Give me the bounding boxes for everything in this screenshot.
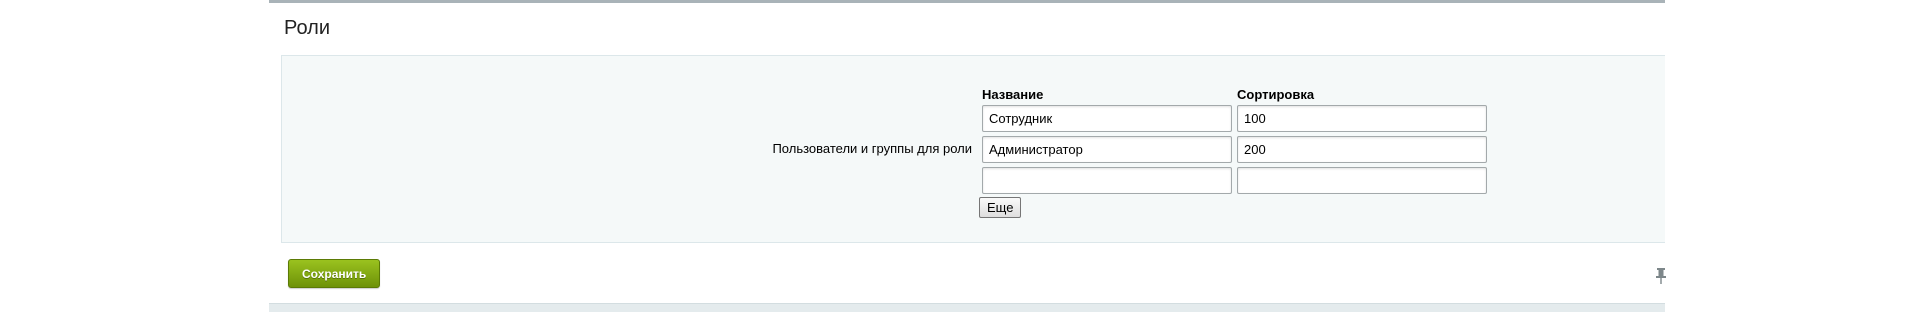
save-button[interactable]: Сохранить (288, 259, 381, 288)
role-name-input-1[interactable] (982, 105, 1232, 132)
role-sort-input-3[interactable] (1237, 167, 1487, 194)
role-sort-input-1[interactable] (1237, 105, 1487, 132)
role-sort-input-2[interactable] (1237, 136, 1487, 163)
column-header-name: Название (982, 87, 1044, 102)
role-name-input-3[interactable] (982, 167, 1232, 194)
section-title: Роли (284, 17, 330, 39)
roles-panel: Роли Пользователи и группы для роли Назв… (269, 0, 1667, 312)
users-groups-label: Пользователи и группы для роли (772, 141, 972, 156)
roles-form-area: Пользователи и группы для роли Название … (281, 55, 1665, 243)
more-button[interactable]: Еще (979, 197, 1022, 218)
role-name-input-2[interactable] (982, 136, 1232, 163)
column-header-sort: Сортировка (1237, 87, 1315, 102)
pin-icon[interactable] (1655, 267, 1667, 285)
